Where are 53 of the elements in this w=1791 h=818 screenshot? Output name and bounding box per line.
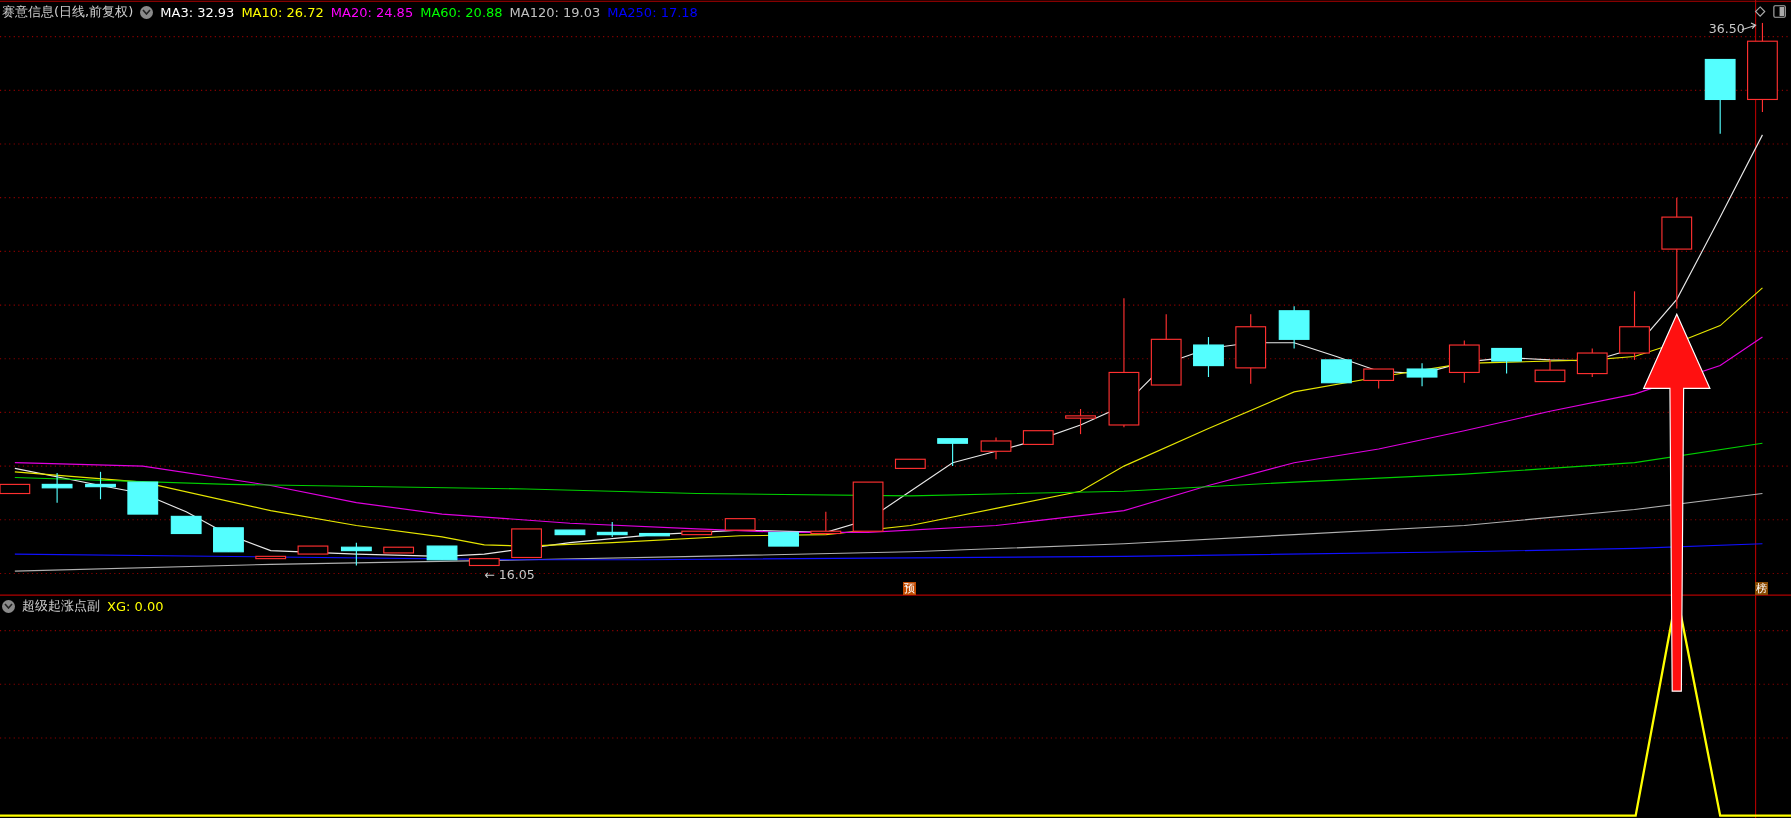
dropdown-icon[interactable] [2,599,15,613]
candlestick [1278,305,1310,350]
candlestick [681,530,713,536]
ma-reading: MA20: 24.85 [330,4,414,20]
candlestick [894,458,926,469]
candlestick [1363,368,1395,389]
candlestick [1065,408,1096,435]
ma-reading: MA120: 19.03 [509,4,601,20]
chart-title: 赛意信息(日线,前复权) [2,3,134,21]
candlestick [810,511,842,536]
dropdown-icon[interactable] [140,5,154,19]
candlestick [85,471,116,500]
ma-reading: MA10: 26.72 [241,4,324,20]
candlestick [383,546,415,554]
candlestick [213,527,244,553]
candlestick [340,542,372,567]
candlestick [852,481,884,532]
candlestick [41,472,73,504]
candlestick [724,518,756,531]
candlestick [1576,347,1608,378]
candlestick [639,532,670,537]
candlestick [554,529,586,536]
candlestick [468,558,500,567]
diamond-icon[interactable] [1754,6,1766,17]
candlestick [980,437,1012,460]
candlestick [1491,347,1522,375]
candlestick [255,555,287,560]
candlestick [297,545,329,555]
candlestick [1619,290,1650,361]
ma-reading: MA3: 32.93 [160,4,235,20]
candlestick [127,481,159,515]
candlestick [1534,359,1566,383]
candlestick [1406,362,1438,387]
candlestick [1022,430,1054,445]
indicator-title: 超级起涨点副 [22,597,100,615]
signal-badge: 预 [903,582,917,595]
candlestick [426,545,458,561]
panel-toggle-icon[interactable] [1773,5,1786,18]
low-price-label: ← 16.05 [484,567,535,583]
candlestick [1235,313,1267,385]
candlestick [937,438,969,467]
candlestick [170,515,202,535]
ma-reading: MA250: 17.18 [607,4,698,20]
candlestick [511,528,542,559]
candlestick [1448,339,1480,384]
candlestick [596,521,628,538]
high-price-label: 36.50 [1708,21,1745,37]
signal-badge: 榜 [1755,582,1769,595]
ma-reading: MA60: 20.88 [420,4,503,20]
indicator-reading: XG: 0.00 [107,598,164,614]
candlestick [1193,336,1224,378]
candlestick [1321,359,1352,384]
candlestick [768,531,799,547]
